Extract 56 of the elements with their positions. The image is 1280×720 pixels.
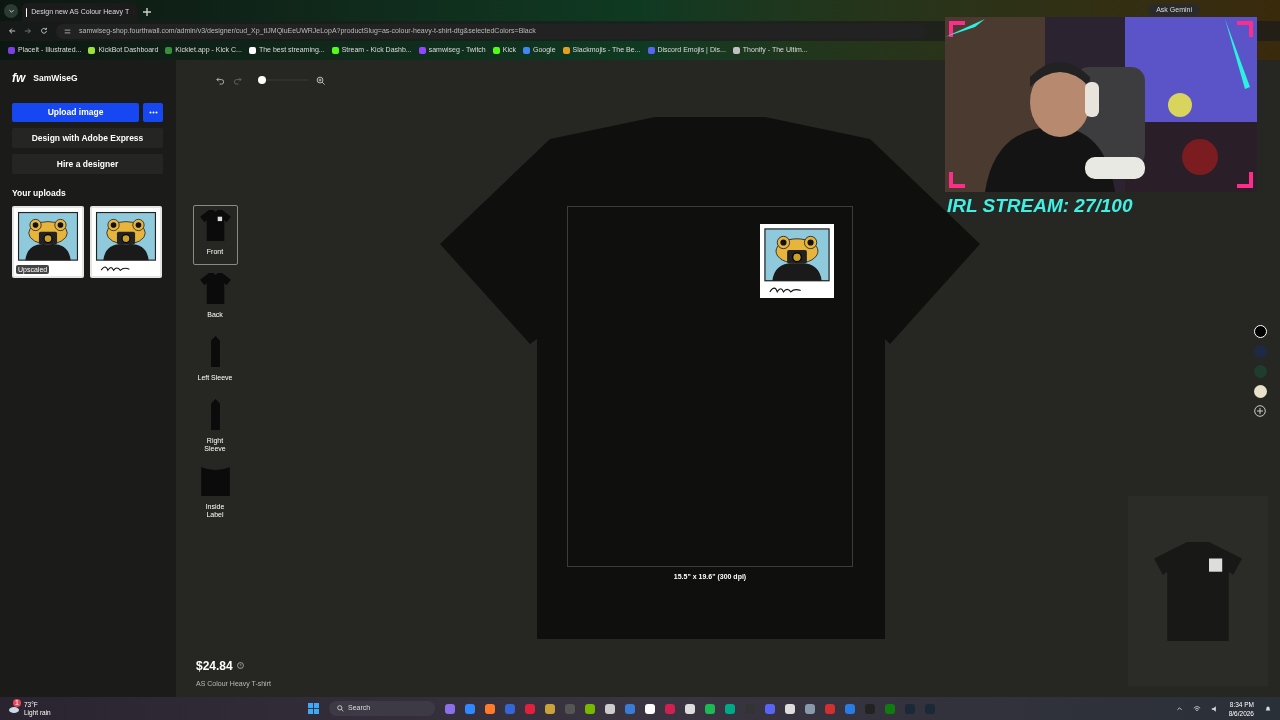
new-tab-icon[interactable] <box>142 7 152 17</box>
undo-icon[interactable] <box>216 75 225 85</box>
taskbar-app-icon[interactable] <box>585 703 595 714</box>
tab-menu-button[interactable] <box>4 4 18 18</box>
wifi-icon[interactable] <box>1192 704 1201 713</box>
taskbar-app-icon[interactable] <box>545 703 555 714</box>
favicon-icon <box>647 47 655 54</box>
favicon-icon <box>522 47 530 54</box>
color-swatch[interactable] <box>1253 365 1267 378</box>
volume-icon[interactable] <box>1210 704 1219 713</box>
store-logo: fw <box>12 70 26 87</box>
placed-design[interactable] <box>760 224 834 298</box>
upload-button[interactable]: Upload image <box>12 103 139 122</box>
chevron-up-icon[interactable] <box>1175 705 1183 712</box>
taskbar-app-icon[interactable] <box>605 703 615 714</box>
forward-icon[interactable] <box>24 27 32 35</box>
color-swatch[interactable] <box>1253 325 1267 338</box>
zoom-in-icon[interactable] <box>316 75 325 85</box>
secondary-button[interactable]: Design with Adobe Express <box>12 128 163 148</box>
help-icon[interactable] <box>236 662 244 669</box>
color-swatch[interactable] <box>1253 385 1267 398</box>
favicon-icon <box>165 47 173 54</box>
favicon-icon <box>732 47 740 54</box>
site-settings-icon[interactable] <box>64 27 71 35</box>
start-icon[interactable] <box>308 703 319 714</box>
redo-icon[interactable] <box>233 75 242 85</box>
uploads-heading: Your uploads <box>12 187 67 200</box>
taskbar-app-icon[interactable] <box>645 703 655 714</box>
bell-icon[interactable] <box>1264 704 1272 713</box>
more-icon <box>148 111 158 114</box>
favicon-icon <box>88 47 96 54</box>
add-color-icon[interactable] <box>1254 405 1266 417</box>
reload-icon[interactable] <box>40 27 48 35</box>
favicon-icon <box>8 47 15 54</box>
search-icon <box>337 705 344 712</box>
more-button[interactable] <box>143 103 163 122</box>
cartoon-drawing <box>92 207 160 276</box>
secondary-button[interactable]: Hire a designer <box>12 154 163 174</box>
favicon-icon <box>562 47 570 54</box>
taskbar-app-icon[interactable] <box>785 703 795 714</box>
upload-thumbnail[interactable] <box>90 205 162 278</box>
slider-thumb[interactable] <box>258 76 266 84</box>
favicon-icon <box>331 47 339 54</box>
cartoon-drawing <box>14 207 82 276</box>
color-swatch[interactable] <box>1253 345 1267 358</box>
favicon-icon <box>418 47 426 54</box>
price: $24.84 <box>196 657 233 675</box>
chevron-icon <box>7 7 15 15</box>
favicon-icon <box>492 47 500 54</box>
taskbar-app-icon[interactable] <box>685 703 695 714</box>
favicon-icon <box>248 47 256 54</box>
store-name: SamWiseG <box>33 71 78 85</box>
taskbar-app-icon[interactable] <box>485 703 495 714</box>
back-icon[interactable] <box>8 27 16 35</box>
stream-caption: IRL STREAM: 27/100 <box>947 194 1134 218</box>
zoom-slider[interactable] <box>258 76 308 84</box>
